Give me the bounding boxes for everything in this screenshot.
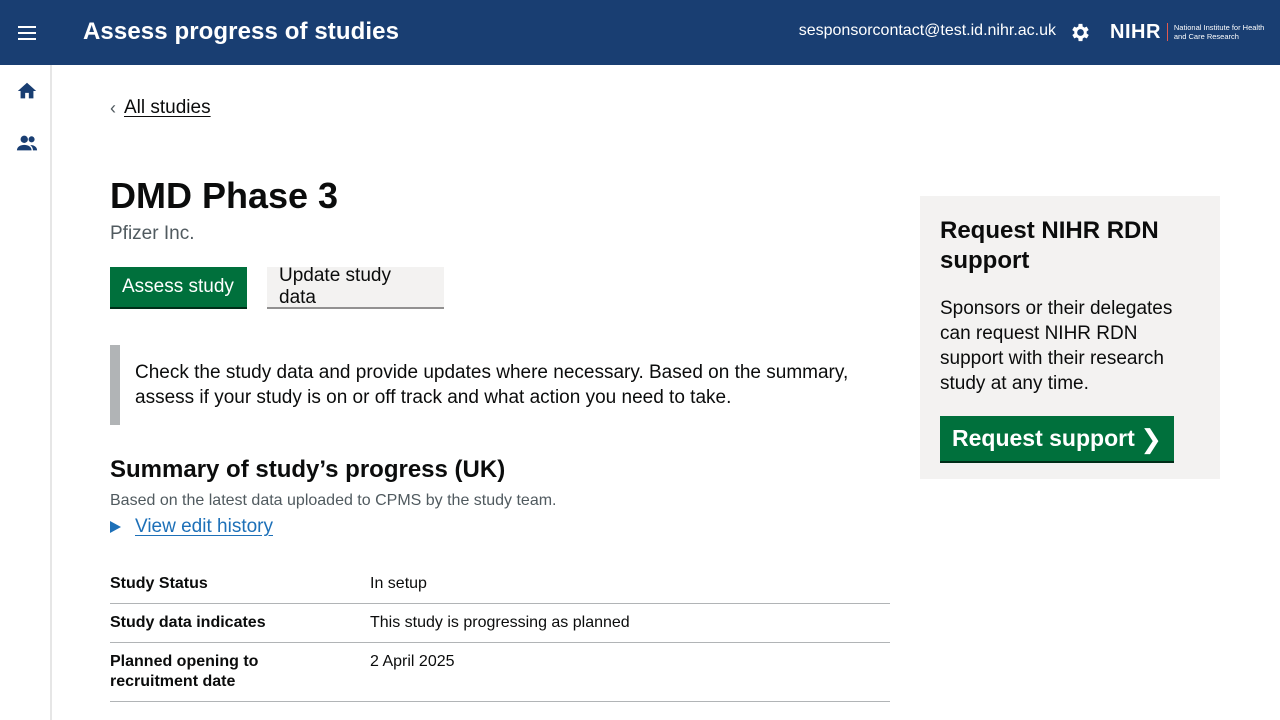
summary-row: Study Status In setup <box>110 565 890 604</box>
summary-row: Study data indicates This study is progr… <box>110 604 890 643</box>
user-email: sesponsorcontact@test.id.nihr.ac.uk <box>798 22 1056 39</box>
back-link[interactable]: ‹ All studies <box>110 97 211 119</box>
summary-key: Planned opening to recruitment date <box>110 653 259 690</box>
summary-value: This study is progressing as planned <box>370 614 630 631</box>
assess-study-button[interactable]: Assess study <box>110 267 247 307</box>
menu-icon[interactable] <box>14 20 40 46</box>
gear-icon[interactable] <box>1069 21 1092 44</box>
summary-key: Study Status <box>110 575 208 592</box>
summary-list: Study Status In setup Study data indicat… <box>110 565 890 702</box>
sidebar <box>0 65 52 720</box>
top-bar: Assess progress of studies sesponsorcont… <box>0 0 1280 65</box>
summary-value: In setup <box>370 575 427 592</box>
nihr-logo[interactable]: NIHR National Institute for Health and C… <box>1110 18 1274 46</box>
update-study-data-button[interactable]: Update study data <box>267 265 444 308</box>
summary-key: Study data indicates <box>110 614 266 631</box>
chevron-right-icon: ❯ <box>1140 423 1162 454</box>
triangle-right-icon <box>110 521 121 533</box>
request-support-button[interactable]: Request support ❯ <box>940 416 1174 461</box>
view-edit-history-toggle[interactable]: View edit history <box>110 516 273 538</box>
support-panel-heading: Request NIHR RDN support <box>940 217 1159 274</box>
study-organisation: Pfizer Inc. <box>110 223 195 244</box>
request-support-label: Request support <box>952 425 1135 451</box>
summary-value: 2 April 2025 <box>370 653 455 670</box>
users-icon[interactable] <box>15 132 39 154</box>
support-panel: Request NIHR RDN support Sponsors or the… <box>920 196 1220 479</box>
chevron-left-icon: ‹ <box>110 97 116 118</box>
app-title[interactable]: Assess progress of studies <box>83 18 399 46</box>
summary-heading: Summary of study’s progress (UK) <box>110 456 506 483</box>
page-title: DMD Phase 3 <box>110 175 339 216</box>
view-edit-history-label: View edit history <box>135 516 273 537</box>
summary-row: Planned opening to recruitment date 2 Ap… <box>110 643 890 702</box>
back-link-label: All studies <box>124 97 211 118</box>
support-panel-body: Sponsors or their delegates can request … <box>940 298 1173 394</box>
inset-text: Check the study data and provide updates… <box>110 345 870 425</box>
home-icon[interactable] <box>15 80 39 102</box>
summary-hint: Based on the latest data uploaded to CPM… <box>110 492 557 509</box>
